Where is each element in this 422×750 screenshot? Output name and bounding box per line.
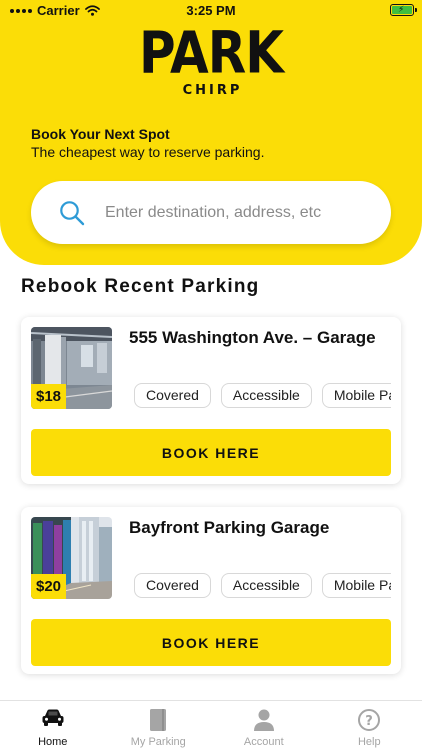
chip-mobile-pass: Mobile Pass <box>321 383 391 408</box>
chip-accessible: Accessible <box>220 573 312 598</box>
tagline-subtitle: The cheapest way to reserve parking. <box>31 144 265 160</box>
parking-card: $20 Bayfront Parking Garage Covered Acces… <box>21 507 401 674</box>
status-time: 3:25 PM <box>186 3 236 18</box>
tab-label: Home <box>38 736 68 748</box>
tab-help[interactable]: ? Help <box>317 701 422 750</box>
search-bar[interactable] <box>31 181 391 244</box>
tab-my-parking[interactable]: My Parking <box>106 701 212 750</box>
chip-mobile-pass: Mobile Pass <box>321 573 391 598</box>
tab-label: My Parking <box>130 736 186 748</box>
tab-label: Account <box>243 736 284 748</box>
search-input[interactable] <box>105 199 375 227</box>
garage-photo: $20 <box>31 517 112 599</box>
amenity-chips: Covered Accessible Mobile Pass <box>134 573 391 600</box>
chip-accessible: Accessible <box>220 383 312 408</box>
question-icon: ? <box>358 709 381 731</box>
card-title: Bayfront Parking Garage <box>129 518 330 537</box>
person-icon <box>253 709 274 731</box>
car-icon <box>42 709 64 726</box>
parking-card: $18 555 Washington Ave. – Garage Covered… <box>21 317 401 484</box>
tab-bar: Home My Parking Account ? Help <box>0 700 422 750</box>
tagline-title: Book Your Next Spot <box>31 126 170 142</box>
battery-icon: ⚡ <box>390 4 417 16</box>
tab-account[interactable]: Account <box>211 701 317 750</box>
book-here-button[interactable]: BOOK HERE <box>31 429 391 476</box>
price-badge: $20 <box>31 574 67 599</box>
price-badge: $18 <box>31 384 67 409</box>
search-icon <box>60 201 85 226</box>
section-title: Rebook Recent Parking <box>21 276 260 297</box>
amenity-chips: Covered Accessible Mobile Pass <box>134 383 391 410</box>
tab-label: Help <box>357 736 381 748</box>
book-icon <box>150 709 167 731</box>
book-here-button[interactable]: BOOK HERE <box>31 619 391 666</box>
card-title: 555 Washington Ave. – Garage <box>129 328 376 347</box>
logo-park: PARK <box>139 19 284 87</box>
chip-covered: Covered <box>134 573 211 598</box>
chip-covered: Covered <box>134 383 211 408</box>
garage-photo: $18 <box>31 327 112 409</box>
svg-text:?: ? <box>365 714 373 729</box>
tab-home[interactable]: Home <box>0 701 106 750</box>
logo-chirp: CHIRP <box>182 83 243 98</box>
